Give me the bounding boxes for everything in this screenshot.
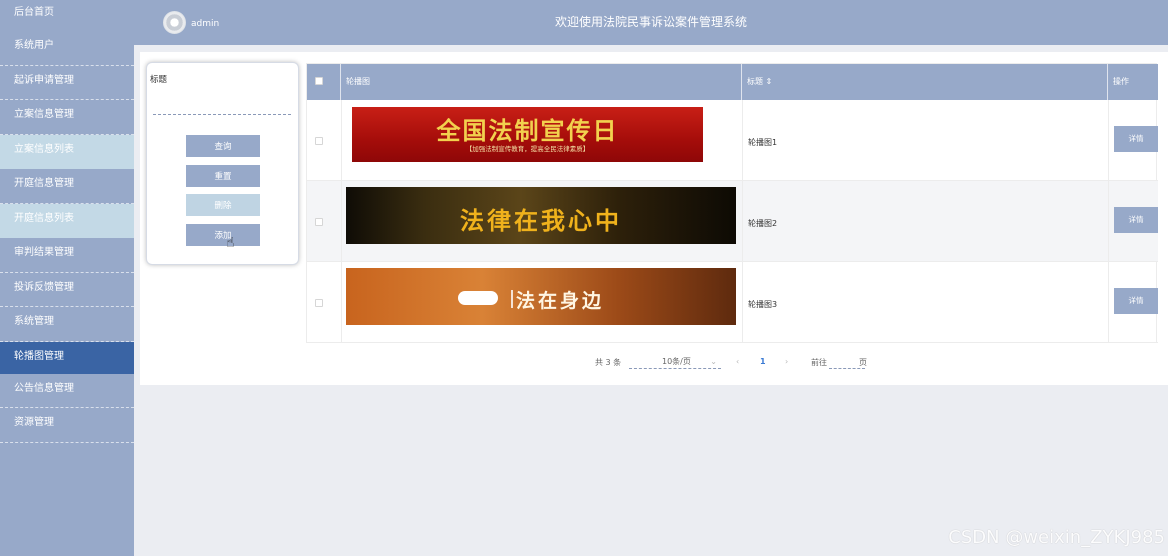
- sidebar-item-filing-list[interactable]: 立案信息列表: [0, 134, 134, 169]
- detail-button[interactable]: 详情: [1114, 126, 1158, 152]
- prev-page-icon[interactable]: ‹: [736, 357, 739, 366]
- logo-icon: [458, 291, 498, 305]
- table-row: 法律在我心中 轮播图2 详情: [307, 181, 1158, 262]
- sidebar-item-system[interactable]: 系统管理: [0, 307, 134, 342]
- column-header-title[interactable]: 标题 ⇕: [742, 64, 1108, 100]
- delete-button[interactable]: 删除: [186, 194, 260, 216]
- total-count: 共 3 条: [595, 358, 622, 367]
- next-page-icon[interactable]: ›: [785, 357, 788, 366]
- chevron-down-icon: ⌄: [710, 357, 717, 366]
- sidebar-item-carousel[interactable]: 轮播图管理: [0, 341, 134, 374]
- sidebar-item-users[interactable]: 系统用户: [0, 31, 134, 66]
- goto-label: 前往: [811, 358, 827, 367]
- watermark: CSDN @weixin_ZYKJ985: [948, 527, 1165, 548]
- row-checkbox[interactable]: [315, 218, 323, 226]
- title-search-input[interactable]: [153, 89, 291, 115]
- sidebar-item-lawsuit[interactable]: 起诉申请管理: [0, 66, 134, 100]
- detail-button[interactable]: 详情: [1114, 288, 1158, 314]
- banner-subtext: 【加强法制宣传教育，提高全民法律素质】: [465, 145, 590, 153]
- sidebar-item-resource[interactable]: 资源管理: [0, 408, 134, 443]
- pagination: 共 3 条 10条/页 ⌄ ‹ 1 › 前往 页: [140, 354, 1168, 371]
- carousel-image: 法在身边: [346, 268, 736, 325]
- page-size-value: 10条/页: [662, 357, 691, 366]
- row-checkbox[interactable]: [315, 137, 323, 145]
- sidebar-item-hearing[interactable]: 开庭信息管理: [0, 169, 134, 204]
- table-row: 全国法制宣传日 【加强法制宣传教育，提高全民法律素质】 轮播图1 详情: [307, 100, 1158, 181]
- add-button[interactable]: 添加: [186, 224, 260, 246]
- sidebar-item-hearing-list[interactable]: 开庭信息列表: [0, 203, 134, 238]
- table-header: 轮播图 标题 ⇕ 操作: [307, 64, 1158, 100]
- sidebar-item-notice[interactable]: 公告信息管理: [0, 374, 134, 408]
- banner-text: 法在身边: [516, 290, 605, 312]
- column-header-image: 轮播图: [341, 64, 742, 100]
- page-size-select[interactable]: 10条/页 ⌄: [629, 354, 721, 369]
- banner-text: 全国法制宣传日: [436, 116, 619, 145]
- sidebar: 后台首页 系统用户 起诉申请管理 立案信息管理 立案信息列表 开庭信息管理 开庭…: [0, 0, 134, 556]
- row-title: 轮播图3: [748, 300, 778, 309]
- row-checkbox[interactable]: [315, 299, 323, 307]
- query-button[interactable]: 查询: [186, 135, 260, 157]
- column-header-action: 操作: [1113, 77, 1129, 86]
- main-content: 标题 查询 重置 删除 添加 轮播图 标题 ⇕ 操作 全国法制宣传日 【加强法制…: [140, 52, 1168, 385]
- sidebar-item-home[interactable]: 后台首页: [0, 0, 134, 31]
- carousel-image: 法律在我心中: [346, 187, 736, 244]
- row-title: 轮播图1: [748, 138, 778, 147]
- header: admin 欢迎使用法院民事诉讼案件管理系统: [134, 0, 1168, 45]
- carousel-table: 轮播图 标题 ⇕ 操作 全国法制宣传日 【加强法制宣传教育，提高全民法律素质】 …: [306, 63, 1158, 343]
- select-all-checkbox[interactable]: [315, 77, 323, 85]
- sidebar-item-filing[interactable]: 立案信息管理: [0, 100, 134, 135]
- hand-cursor-icon: ☝: [226, 235, 235, 251]
- reset-button[interactable]: 重置: [186, 165, 260, 187]
- detail-button[interactable]: 详情: [1114, 207, 1158, 233]
- title-label: 标题: [150, 75, 168, 85]
- banner-text: 法律在我心中: [460, 206, 622, 235]
- header-checkbox-cell: [307, 64, 341, 100]
- row-title: 轮播图2: [748, 219, 778, 228]
- page-number[interactable]: 1: [760, 357, 766, 366]
- table-row: 法在身边 轮播图3 详情: [307, 262, 1158, 343]
- carousel-image: 全国法制宣传日 【加强法制宣传教育，提高全民法律素质】: [352, 107, 703, 162]
- page-unit-label: 页: [859, 358, 867, 367]
- sidebar-item-feedback[interactable]: 投诉反馈管理: [0, 273, 134, 307]
- sidebar-item-verdict[interactable]: 审判结果管理: [0, 238, 134, 273]
- search-panel: 标题 查询 重置 删除 添加: [146, 62, 299, 265]
- page-title: 欢迎使用法院民事诉讼案件管理系统: [554, 15, 747, 29]
